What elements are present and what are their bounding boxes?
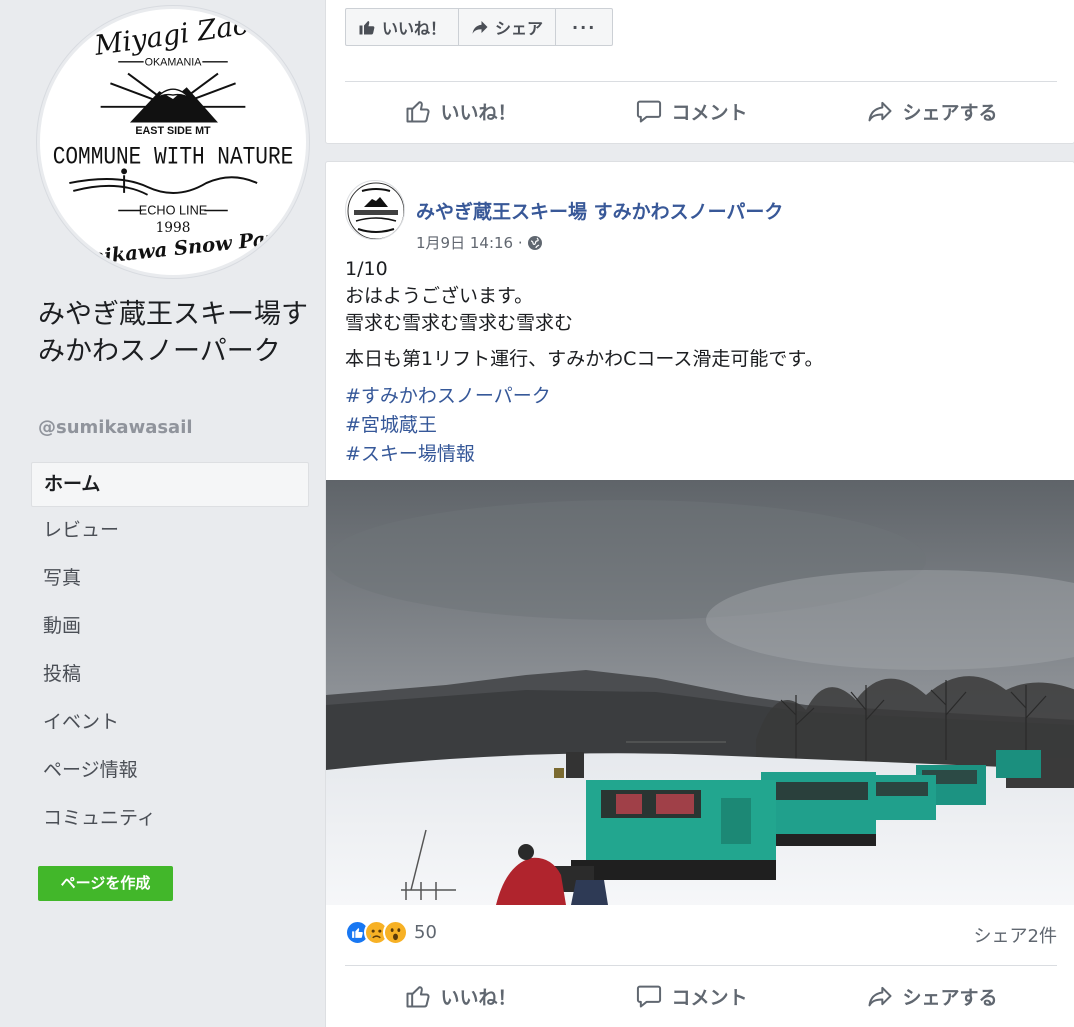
page-action-buttons: いいね！ シェア ···: [345, 8, 614, 46]
post-meta: 1月9日 14:16 ·: [416, 232, 543, 253]
reaction-count: 50: [414, 922, 437, 943]
post-line: 雪求む雪求む雪求む雪求む: [345, 312, 574, 334]
post-author-link[interactable]: みやぎ蔵王スキー場 すみかわスノーパーク: [416, 197, 783, 224]
page-username[interactable]: @sumikawasail: [38, 417, 193, 438]
svg-text:EAST SIDE MT: EAST SIDE MT: [135, 125, 211, 137]
like-action-label: いいね！: [440, 101, 517, 124]
snowcat-photo: [326, 480, 1074, 905]
comment-action[interactable]: コメント: [635, 982, 748, 1010]
share-action-label: シェアする: [902, 101, 998, 124]
share-outline-icon: [868, 986, 892, 1007]
like-action[interactable]: いいね！: [404, 982, 517, 1010]
author-avatar[interactable]: [345, 180, 405, 240]
svg-text:OKAMANIA: OKAMANIA: [145, 57, 203, 69]
nav-item-home[interactable]: ホーム: [31, 462, 309, 507]
share-action[interactable]: シェアする: [866, 97, 998, 125]
facebook-page: Miyagi Zao OKAMANIA EAST SIDE MT COMMUNE…: [0, 0, 1074, 1027]
author-logo-thumbnail: [347, 182, 404, 239]
share-action[interactable]: シェアする: [866, 982, 998, 1010]
create-page-button[interactable]: ページを作成: [38, 866, 173, 901]
previous-post-card: いいね！ シェア ··· いいね！ コメント シェアする: [325, 0, 1074, 144]
nav-item-reviews[interactable]: レビュー: [31, 507, 309, 555]
hashtag-list: #すみかわスノーパーク #宮城蔵王 #スキー場情報: [345, 382, 1045, 469]
page-profile-picture[interactable]: Miyagi Zao OKAMANIA EAST SIDE MT COMMUNE…: [37, 6, 309, 278]
wow-reaction-icon: [383, 920, 408, 945]
post-action-row: いいね！ コメント シェアする: [345, 87, 1057, 135]
post-photo[interactable]: [326, 480, 1074, 905]
divider: [345, 965, 1057, 966]
share-count[interactable]: シェア2件: [974, 922, 1057, 948]
page-name-heading[interactable]: みやぎ蔵王スキー場すみかわスノーパーク: [38, 296, 318, 370]
svg-text:Miyagi Zao: Miyagi Zao: [92, 10, 251, 62]
nav-item-videos[interactable]: 動画: [31, 603, 309, 651]
nav-item-photos[interactable]: 写真: [31, 555, 309, 603]
thumbs-up-icon: [359, 21, 375, 35]
page-share-button[interactable]: シェア: [459, 9, 557, 45]
post-line: 1/10: [345, 258, 388, 280]
nav-item-about[interactable]: ページ情報: [31, 747, 309, 795]
divider: [345, 81, 1057, 82]
share-outline-icon: [868, 101, 892, 122]
more-options-button[interactable]: ···: [556, 9, 612, 45]
page-share-label: シェア: [495, 19, 544, 38]
comment-bubble-icon: [637, 100, 662, 123]
thumbs-up-outline-icon: [406, 101, 431, 123]
nav-item-posts[interactable]: 投稿: [31, 651, 309, 699]
nav-item-community[interactable]: コミュニティ: [31, 795, 309, 843]
like-action-label: いいね！: [440, 986, 517, 1009]
comment-action-label: コメント: [671, 986, 748, 1009]
globe-icon[interactable]: [527, 235, 543, 251]
page-nav: ホーム レビュー 写真 動画 投稿 イベント ページ情報 コミュニティ: [31, 462, 309, 843]
reaction-summary[interactable]: 50: [345, 920, 437, 945]
comment-action-label: コメント: [671, 101, 748, 124]
svg-text:ECHO LINE: ECHO LINE: [139, 202, 207, 217]
svg-text:COMMUNE WITH NATURE: COMMUNE WITH NATURE: [53, 143, 294, 172]
post-card: みやぎ蔵王スキー場 すみかわスノーパーク 1月9日 14:16 · 1/10 お…: [325, 161, 1074, 1027]
hashtag-link[interactable]: #すみかわスノーパーク: [345, 382, 1045, 411]
nav-item-events[interactable]: イベント: [31, 699, 309, 747]
like-action[interactable]: いいね！: [404, 97, 517, 125]
post-action-row: いいね！ コメント シェアする: [345, 972, 1057, 1020]
left-sidebar: Miyagi Zao OKAMANIA EAST SIDE MT COMMUNE…: [0, 0, 326, 1027]
comment-bubble-icon: [637, 985, 662, 1008]
thumbs-up-outline-icon: [406, 986, 431, 1008]
commune-with-nature-logo: Miyagi Zao OKAMANIA EAST SIDE MT COMMUNE…: [53, 10, 294, 273]
svg-text:1998: 1998: [156, 220, 191, 236]
hashtag-link[interactable]: #宮城蔵王: [345, 411, 1045, 440]
hashtag-link[interactable]: #スキー場情報: [345, 440, 1045, 469]
page-like-label: いいね！: [382, 19, 447, 38]
share-arrow-icon: [472, 21, 488, 34]
comment-action[interactable]: コメント: [635, 97, 748, 125]
share-action-label: シェアする: [902, 986, 998, 1009]
post-text: 1/10 おはようございます。 雪求む雪求む雪求む雪求む 本日も第1リフト運行、…: [345, 256, 1045, 469]
post-line: おはようございます。: [345, 285, 534, 307]
page-like-button[interactable]: いいね！: [346, 9, 460, 45]
post-timestamp[interactable]: 1月9日 14:16 ·: [416, 232, 523, 253]
post-line: 本日も第1リフト運行、すみかわCコース滑走可能です。: [345, 348, 824, 370]
